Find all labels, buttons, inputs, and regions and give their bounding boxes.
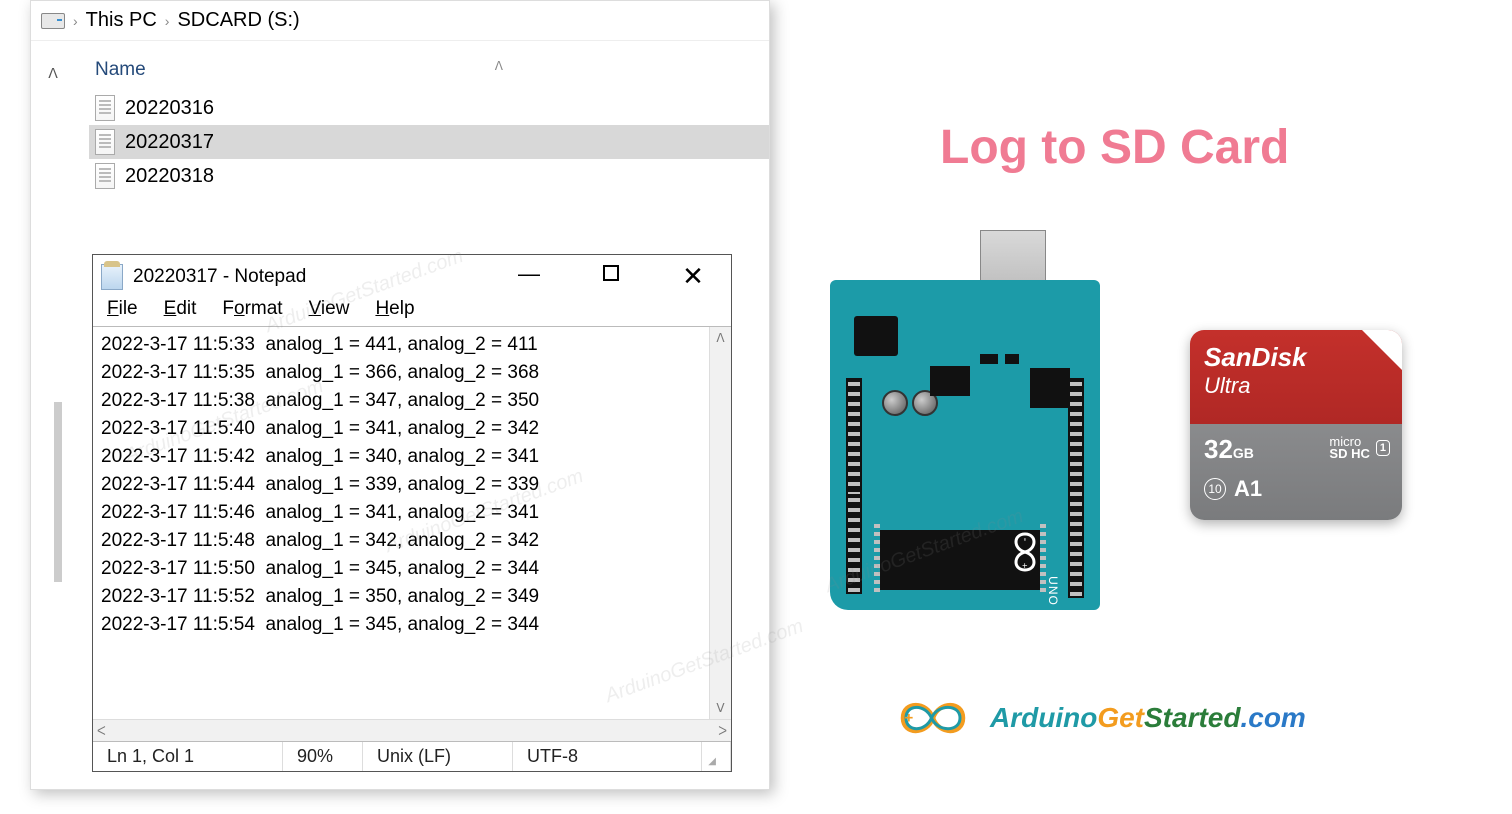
notepad-window: 20220317 - Notepad — ✕ File Edit Format … <box>92 254 732 772</box>
file-row[interactable]: 20220317 <box>89 125 769 159</box>
arduino-pin-header-right <box>1068 378 1084 598</box>
chevron-up-icon[interactable]: ᐱ <box>48 65 58 82</box>
microsd-logo-text: microSD HC <box>1329 436 1369 460</box>
sd-capacity-label: 32GB <box>1204 434 1254 464</box>
arduino-board: -+ UNO <box>830 280 1100 610</box>
notepad-titlebar[interactable]: 20220317 - Notepad — ✕ <box>93 255 731 298</box>
chevron-right-icon: › <box>73 13 78 29</box>
status-zoom: 90% <box>283 742 363 771</box>
notepad-text-area[interactable]: 2022-3-17 11:5:33 analog_1 = 441, analog… <box>93 327 709 719</box>
status-position: Ln 1, Col 1 <box>93 742 283 771</box>
status-eol: Unix (LF) <box>363 742 513 771</box>
page-title: Log to SD Card <box>940 120 1289 175</box>
file-name-label: 20220318 <box>125 165 214 188</box>
menu-view[interactable]: View <box>309 298 350 320</box>
scrollbar-thumb[interactable] <box>54 402 62 582</box>
text-file-icon <box>95 129 115 155</box>
svg-text:+: + <box>1018 563 1029 569</box>
breadcrumb[interactable]: › This PC › SDCARD (S:) <box>31 1 769 41</box>
sd-badges-left: 10 A1 <box>1204 476 1262 502</box>
uhs-u1-badge: 1 <box>1376 440 1390 456</box>
notepad-icon <box>101 264 123 290</box>
maximize-button[interactable] <box>591 261 631 292</box>
sd-badges-right: microSD HC 1 <box>1329 436 1390 460</box>
arduino-pin-header-left-bottom <box>846 494 862 594</box>
drive-icon <box>41 13 65 29</box>
scroll-left-icon[interactable]: ᐸ <box>97 724 106 738</box>
text-file-icon <box>95 163 115 189</box>
resize-grip-icon[interactable]: ◢ <box>702 742 731 771</box>
microsd-card-illustration: SanDisk Ultra 32GB microSD HC 1 10 A1 <box>1190 330 1402 520</box>
sort-chevron-icon[interactable]: ᐱ <box>495 59 763 81</box>
menu-edit[interactable]: Edit <box>164 298 197 320</box>
infinity-logo-icon: + <box>888 690 978 746</box>
scroll-right-icon[interactable]: ᐳ <box>718 724 727 738</box>
chevron-right-icon: › <box>165 13 170 29</box>
vertical-scrollbar[interactable]: ᐱ ᐯ <box>709 327 731 719</box>
menu-help[interactable]: Help <box>375 298 414 320</box>
svg-text:-: - <box>1019 538 1031 542</box>
arduino-uno-illustration: -+ UNO <box>820 230 1110 620</box>
smd-chip-icon <box>980 354 998 364</box>
menu-file[interactable]: File <box>107 298 138 320</box>
explorer-side-strip: ᐱ <box>31 41 75 785</box>
sd-brand-label: SanDisk <box>1204 342 1388 373</box>
minimize-button[interactable]: — <box>509 261 549 292</box>
class10-badge: 10 <box>1204 478 1226 500</box>
notepad-menubar[interactable]: File Edit Format View Help <box>93 298 731 326</box>
file-name-label: 20220317 <box>125 131 214 154</box>
notepad-title-text: 20220317 - Notepad <box>133 266 306 288</box>
arduino-power-jack <box>854 316 898 356</box>
file-row[interactable]: 20220318 <box>89 159 769 193</box>
svg-text:+: + <box>905 710 914 727</box>
scroll-down-icon[interactable]: ᐯ <box>716 701 724 715</box>
arduino-uno-label: UNO <box>1046 576 1060 606</box>
column-name-header[interactable]: Name <box>95 59 495 81</box>
smd-chip-icon <box>1005 354 1019 364</box>
arduino-infinity-logo-icon: -+ <box>1003 522 1047 582</box>
scroll-up-icon[interactable]: ᐱ <box>716 331 724 345</box>
smd-chip-icon <box>930 366 970 396</box>
arduino-pin-header-left-top <box>846 378 862 498</box>
menu-format[interactable]: Format <box>222 298 282 320</box>
horizontal-scrollbar[interactable]: ᐸ ᐳ <box>93 719 731 741</box>
column-header-row[interactable]: Name ᐱ <box>89 51 769 91</box>
site-brand: + ArduinoGetStarted.com <box>888 690 1306 746</box>
breadcrumb-item-drive[interactable]: SDCARD (S:) <box>177 9 299 32</box>
file-row[interactable]: 20220316 <box>89 91 769 125</box>
close-button[interactable]: ✕ <box>673 261 713 292</box>
text-file-icon <box>95 95 115 121</box>
site-brand-text: ArduinoGetStarted.com <box>990 702 1306 734</box>
breadcrumb-item-pc[interactable]: This PC <box>86 9 157 32</box>
file-name-label: 20220316 <box>125 97 214 120</box>
smd-chip-icon <box>1030 368 1070 408</box>
capacitor-icon <box>882 390 908 416</box>
status-encoding: UTF-8 <box>513 742 702 771</box>
sd-product-line-label: Ultra <box>1204 373 1388 399</box>
a1-badge: A1 <box>1234 476 1262 502</box>
notepad-statusbar: Ln 1, Col 1 90% Unix (LF) UTF-8 ◢ <box>93 741 731 771</box>
